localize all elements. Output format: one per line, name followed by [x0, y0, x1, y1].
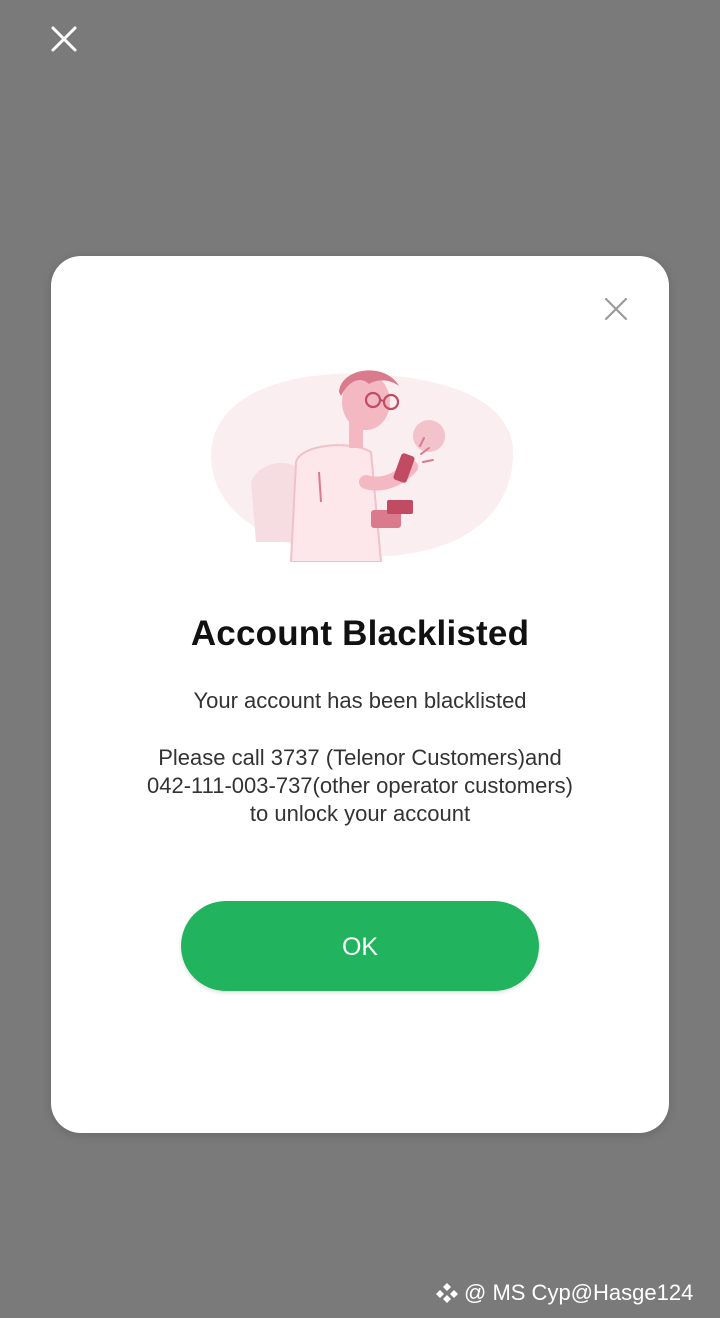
- watermark: @ MS Cyp@Hasge124: [436, 1276, 693, 1310]
- instructions-line: to unlock your account: [249, 801, 471, 826]
- dialog-title: Account Blacklisted: [190, 614, 530, 653]
- close-icon: [604, 297, 628, 321]
- man-looking-at-phone-illustration: [201, 362, 521, 563]
- dialog-close-button[interactable]: [601, 294, 631, 324]
- dialog-instructions: Please call 3737 (Telenor Customers)and …: [91, 744, 629, 828]
- instructions-line: Please call 3737 (Telenor Customers)and: [158, 745, 562, 770]
- diamond-logo-icon: [436, 1283, 458, 1303]
- screen-close-button[interactable]: [46, 21, 82, 57]
- watermark-text: @ MS Cyp@Hasge124: [464, 1280, 694, 1305]
- ok-button[interactable]: OK: [181, 901, 539, 991]
- blacklisted-dialog: Account Blacklisted Your account has bee…: [51, 256, 669, 1133]
- close-icon: [51, 26, 77, 52]
- instructions-line: 042-111-003-737(other operator customers…: [147, 773, 573, 798]
- dialog-subtitle: Your account has been blacklisted: [193, 688, 527, 713]
